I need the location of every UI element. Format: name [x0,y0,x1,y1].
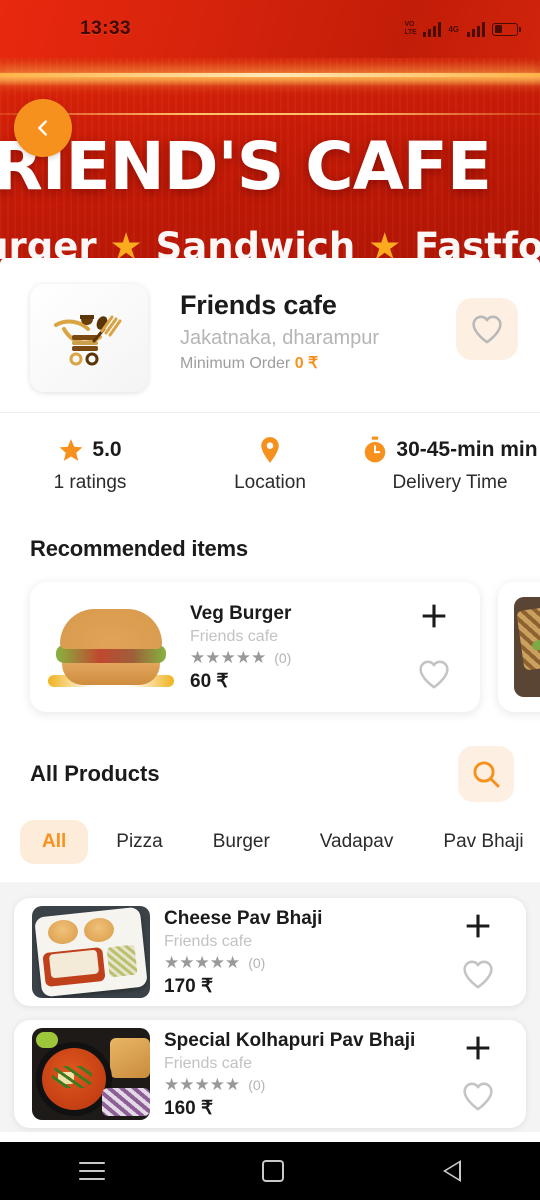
search-icon [473,761,500,788]
favorite-restaurant-button[interactable] [456,298,518,360]
battery-icon [492,22,521,36]
item-name: Special Kolhapuri Pav Bhaji [164,1030,416,1051]
add-to-cart-button[interactable] [417,599,451,638]
product-row[interactable]: Special Kolhapuri Pav Bhaji Friends cafe… [14,1020,526,1128]
plus-icon [466,1036,490,1060]
veg-burger-image [46,597,176,697]
content-sheet: Friends cafe Jakatnaka, dharampur Minimu… [0,258,540,1142]
category-tabs[interactable]: All Pizza Burger Vadapav Pav Bhaji F [0,802,540,878]
search-button[interactable] [458,746,514,802]
status-bar-icons: VO LTE 4G [404,21,521,37]
banner-glow-line [0,73,540,77]
chevron-left-icon [38,120,47,136]
status-bar-clock: 13:33 [80,18,132,39]
cheese-pav-bhaji-image [32,906,150,998]
food-cart-logo-icon [54,315,122,366]
status-bar: 13:33 VO LTE 4G [0,0,540,58]
android-navigation-bar [0,1142,540,1200]
favorite-item-button[interactable] [461,1081,495,1117]
item-name: Veg Burger [190,603,292,624]
delivery-time-value: 30-45-min min [396,438,538,461]
item-restaurant: Friends cafe [164,933,253,950]
item-rating: ★★★★★ (0) [164,1076,448,1093]
restaurant-logo [30,284,148,392]
banner-thin-line [0,113,540,115]
recommended-list[interactable]: Veg Burger Friends cafe ★★★★★ (0) 60 ₹ [0,562,540,712]
item-rating: ★★★★★ (0) [190,649,404,666]
tab-burger[interactable]: Burger [191,820,292,864]
star-row: ★★★★★ [164,1075,241,1094]
stat-delivery-time: 30-45-min min Delivery Time [360,435,540,494]
add-to-cart-button[interactable] [461,909,495,948]
timer-icon [365,436,386,463]
item-text: Special Kolhapuri Pav Bhaji Friends cafe… [150,1028,448,1120]
restaurant-address: Jakatnaka, dharampur [180,327,380,349]
item-actions [448,909,508,995]
rating-count: (0) [274,649,292,666]
heart-outline-icon [463,960,493,989]
tab-pizza[interactable]: Pizza [94,820,184,864]
volte-icon: VO LTE [404,21,417,36]
stat-location[interactable]: Location [180,435,360,494]
product-row[interactable]: Cheese Pav Bhaji Friends cafe ★★★★★ (0) … [14,898,526,1006]
heart-outline-icon [419,660,449,689]
signal-bars-icon [423,21,442,37]
network-type-label: 4G [448,24,459,34]
minimum-order-label: Minimum Order [180,355,291,372]
star-row: ★★★★★ [164,953,241,972]
all-products-title: All Products [30,761,160,786]
star-row: ★★★★★ [190,648,267,667]
item-rating: ★★★★★ (0) [164,954,448,971]
restaurant-stats: 5.0 1 ratings Location 30-45-min min Del… [0,413,540,514]
star-icon [60,439,83,461]
tab-pav-bhaji[interactable]: Pav Bhaji [421,820,540,864]
rating-count: (0) [248,954,266,971]
rating-value: 5.0 [92,438,122,461]
restaurant-name: Friends cafe [180,290,337,320]
minimum-order-value: 0 ₹ [294,355,319,372]
stat-rating: 5.0 1 ratings [0,435,180,494]
grilled-sandwich-image [514,597,540,697]
heart-outline-icon [472,315,502,343]
item-price: 60 ₹ [190,671,229,692]
plus-icon [466,914,490,938]
rating-label: 1 ratings [53,472,127,493]
restaurant-header: Friends cafe Jakatnaka, dharampur Minimu… [0,258,540,412]
item-name: Cheese Pav Bhaji [164,908,323,929]
favorite-item-button[interactable] [461,959,495,995]
heart-outline-icon [463,1082,493,1111]
signal-bars-secondary-icon [467,21,485,37]
tab-all[interactable]: All [20,820,89,864]
banner-title: FRIEND'S CAFE [0,128,492,205]
back-triangle-icon[interactable] [441,1159,462,1183]
kolhapuri-pav-bhaji-image [32,1028,150,1120]
favorite-item-button[interactable] [417,659,451,695]
rating-count: (0) [248,1076,266,1093]
add-to-cart-button[interactable] [461,1031,495,1070]
item-actions [404,599,464,695]
item-restaurant: Friends cafe [164,1055,253,1072]
all-products-header: All Products [0,712,540,802]
app-screen: FRIEND'S CAFE Burger ★ Sandwich ★ Fastfo… [0,0,540,1200]
product-list: Cheese Pav Bhaji Friends cafe ★★★★★ (0) … [0,882,540,1132]
item-text: Veg Burger Friends cafe ★★★★★ (0) 60 ₹ [176,601,404,693]
recommended-title: Recommended items [30,536,248,561]
item-price: 170 ₹ [164,976,214,997]
recents-icon[interactable] [78,1162,105,1180]
delivery-time-label: Delivery Time [392,472,508,493]
item-restaurant: Friends cafe [190,628,279,645]
home-icon[interactable] [261,1160,284,1182]
item-actions [448,1031,508,1117]
recommended-card[interactable]: Veg Burger Friends cafe ★★★★★ (0) 60 ₹ [30,582,480,712]
item-text: Cheese Pav Bhaji Friends cafe ★★★★★ (0) … [150,906,448,998]
back-button[interactable] [14,99,72,157]
restaurant-info: Friends cafe Jakatnaka, dharampur Minimu… [148,284,456,373]
minimum-order: Minimum Order 0 ₹ [180,353,456,373]
plus-icon [422,604,446,628]
recommended-card[interactable] [498,582,540,712]
item-price: 160 ₹ [164,1098,214,1119]
tab-vadapav[interactable]: Vadapav [298,820,416,864]
location-label: Location [234,472,306,493]
location-pin-icon [261,437,279,463]
